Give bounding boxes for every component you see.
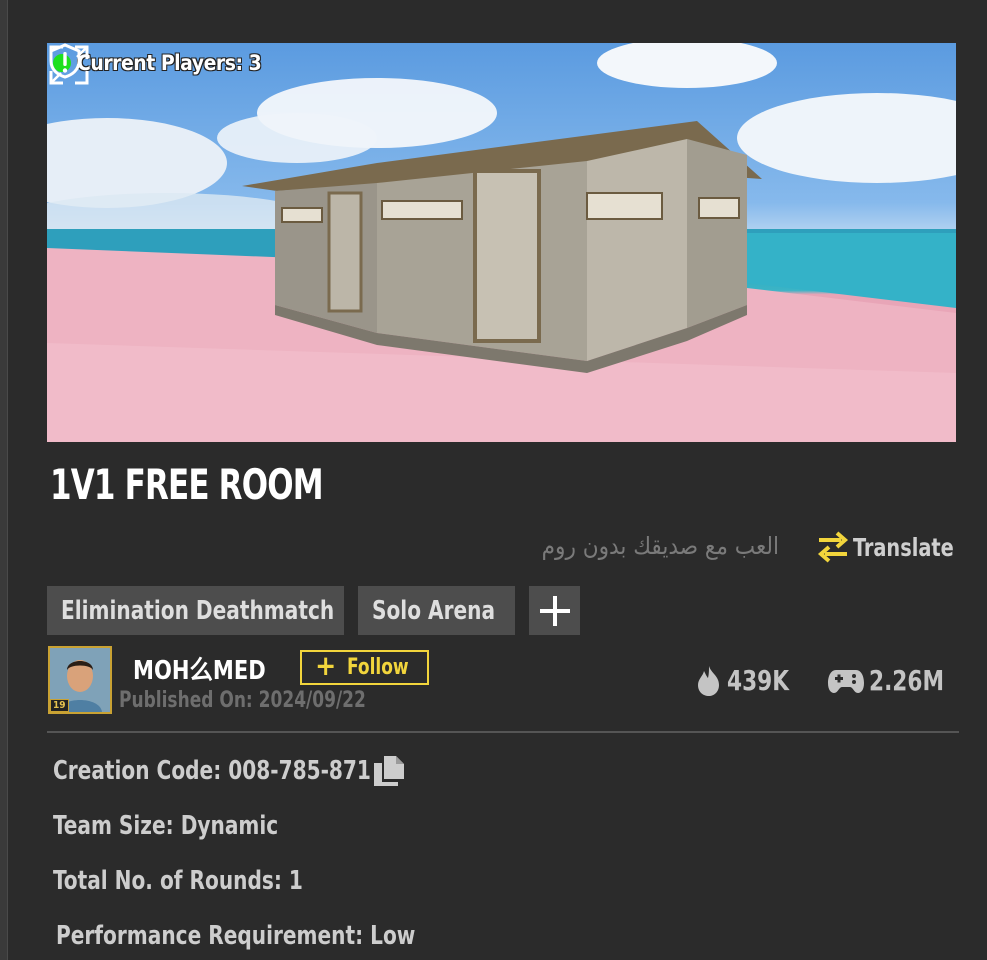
tag-solo-arena[interactable]: Solo Arena	[358, 586, 515, 635]
tag-elimination-deathmatch[interactable]: Elimination Deathmatch	[47, 586, 344, 635]
likes-stat: 439K	[695, 664, 799, 697]
room-stats: 439K 2.26M	[695, 664, 956, 697]
plays-stat: 2.26M	[827, 664, 956, 697]
gamepad-icon	[827, 669, 864, 693]
plus-icon	[539, 595, 570, 626]
published-date: Published On: 2024/09/22	[119, 688, 366, 713]
translate-label: Translate	[853, 532, 954, 562]
room-title: 1V1 FREE ROOM	[50, 460, 324, 509]
creation-code: Creation Code: 008-785-871	[53, 756, 371, 786]
tag-list: Elimination Deathmatch Solo Arena	[47, 586, 580, 635]
follow-button[interactable]: + Follow	[300, 650, 429, 685]
likes-count: 439K	[726, 664, 789, 697]
tag-label: Solo Arena	[372, 595, 496, 626]
author-name[interactable]: MOH么MED	[133, 650, 266, 687]
copy-icon[interactable]	[372, 755, 406, 787]
left-panel-border	[0, 0, 8, 960]
map-preview-image[interactable]: Current Players: 3	[47, 43, 956, 442]
performance-requirement: Performance Requirement: Low	[56, 921, 416, 951]
plus-icon: +	[315, 649, 337, 682]
level-badge: 19	[50, 699, 69, 712]
translate-button[interactable]: Translate	[815, 530, 970, 564]
author-avatar[interactable]: 19	[48, 646, 112, 714]
expand-icon[interactable]	[47, 43, 91, 87]
add-tag-button[interactable]	[529, 586, 580, 635]
tag-label: Elimination Deathmatch	[61, 595, 335, 626]
swap-arrows-icon	[817, 531, 849, 563]
follow-label: Follow	[347, 655, 409, 680]
room-description: العب مع صديقك بدون روم	[541, 532, 779, 560]
total-rounds: Total No. of Rounds: 1	[53, 866, 303, 896]
team-size: Team Size: Dynamic	[53, 811, 279, 841]
section-divider	[47, 731, 959, 733]
map-preview-scene	[47, 43, 956, 442]
fire-icon	[697, 665, 719, 696]
plays-count: 2.26M	[868, 664, 944, 697]
current-players-label: Current Players: 3	[77, 51, 262, 75]
